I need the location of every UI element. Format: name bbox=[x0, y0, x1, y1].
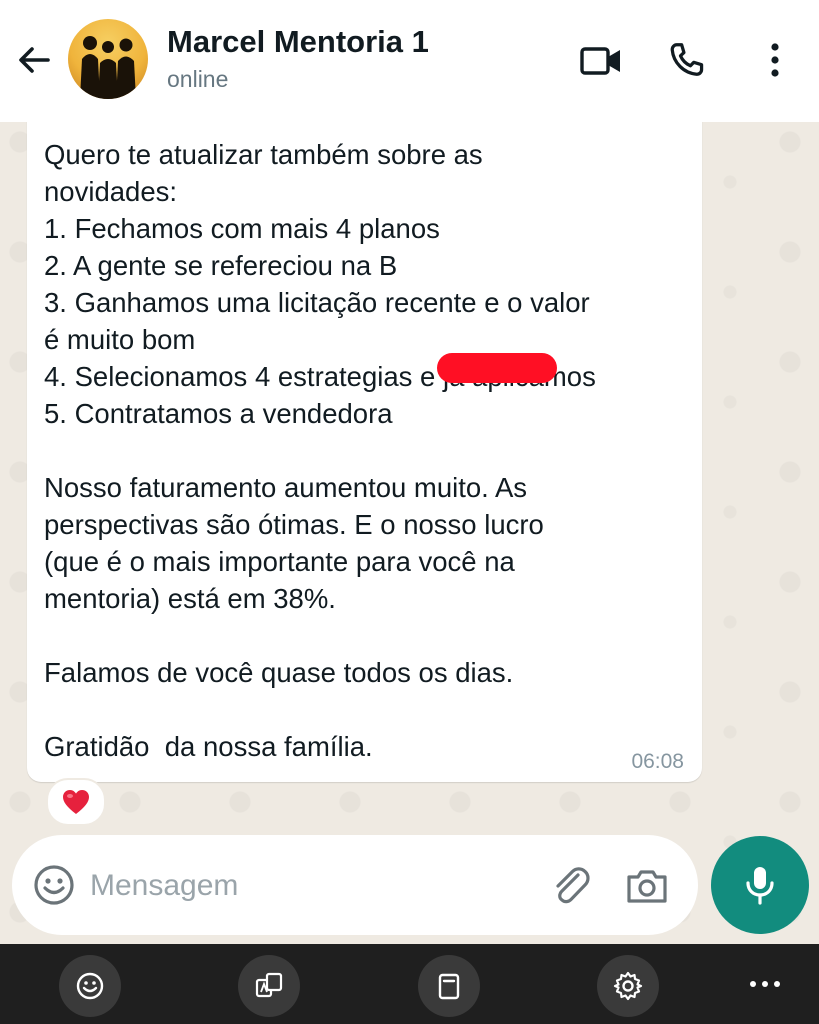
message-composer bbox=[12, 835, 698, 935]
back-arrow-icon bbox=[19, 47, 50, 73]
contact-name[interactable]: Marcel Mentoria 1 bbox=[167, 24, 429, 60]
chat-header: Marcel Mentoria 1 online bbox=[0, 0, 819, 122]
more-options-button[interactable] bbox=[752, 38, 798, 84]
keyboard-settings-button[interactable] bbox=[597, 955, 659, 1017]
message-text: Quero te atualizar também sobre as novid… bbox=[44, 139, 596, 762]
translate-icon bbox=[255, 972, 283, 998]
attach-icon bbox=[556, 867, 590, 904]
back-button[interactable] bbox=[14, 40, 54, 80]
avatar-image bbox=[80, 36, 136, 99]
redaction-mark bbox=[437, 353, 557, 383]
emoji-icon bbox=[34, 865, 74, 905]
contact-status: online bbox=[167, 66, 229, 92]
avatar[interactable] bbox=[68, 19, 148, 99]
message-bubble[interactable]: Quero te atualizar também sobre as novid… bbox=[27, 122, 702, 782]
mic-icon bbox=[746, 867, 774, 905]
keyboard-translate-button[interactable] bbox=[238, 955, 300, 1017]
clipboard-icon bbox=[438, 973, 460, 1000]
video-call-button[interactable] bbox=[578, 38, 624, 84]
message-input[interactable] bbox=[88, 865, 532, 907]
voice-record-button[interactable] bbox=[711, 836, 809, 934]
video-call-icon bbox=[580, 47, 620, 75]
emoji-button[interactable] bbox=[32, 863, 76, 907]
more-vertical-icon bbox=[771, 43, 779, 77]
voice-call-button[interactable] bbox=[664, 38, 710, 84]
keyboard-more-button[interactable] bbox=[740, 964, 790, 1004]
camera-icon bbox=[627, 870, 667, 903]
more-horizontal-icon bbox=[750, 981, 780, 987]
keyboard-clipboard-button[interactable] bbox=[418, 955, 480, 1017]
reaction-badge[interactable]: ❤️ bbox=[46, 778, 106, 826]
keyboard-emoji-button[interactable] bbox=[59, 955, 121, 1017]
chat-area: Quero te atualizar também sobre as novid… bbox=[0, 122, 819, 944]
emoji-icon bbox=[76, 972, 104, 1000]
camera-button[interactable] bbox=[624, 863, 670, 909]
attach-button[interactable] bbox=[548, 863, 594, 909]
keyboard-toolbar bbox=[0, 944, 819, 1024]
heart-icon bbox=[63, 790, 89, 814]
message-time: 06:08 bbox=[631, 750, 684, 773]
phone-icon bbox=[670, 43, 704, 76]
settings-icon bbox=[613, 971, 643, 1001]
